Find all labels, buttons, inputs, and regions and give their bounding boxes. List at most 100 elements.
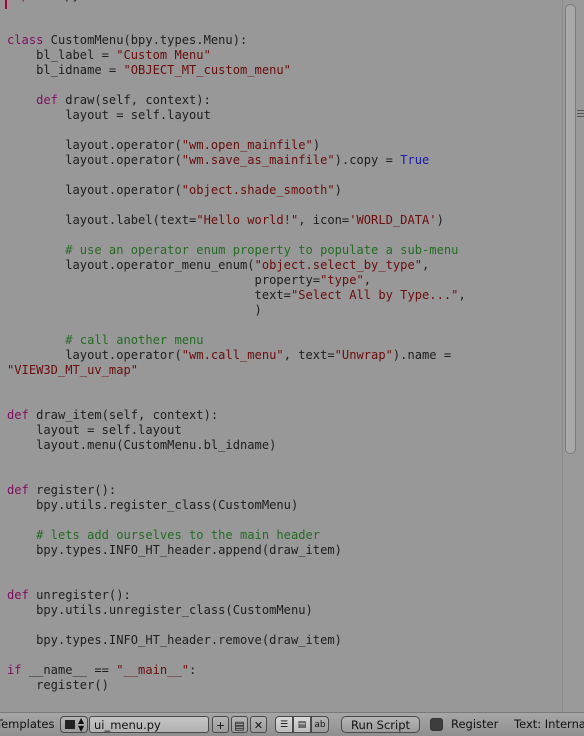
code-line[interactable] xyxy=(0,198,560,213)
code-token: def xyxy=(7,588,29,602)
text-editor[interactable]: import bpy class CustomMenu(bpy.types.Me… xyxy=(0,0,562,712)
open-text-button[interactable]: ▤ xyxy=(231,716,248,733)
code-line[interactable] xyxy=(0,648,560,663)
code-token: ) xyxy=(7,303,262,317)
editor-type-selector[interactable]: ▲ ▼ xyxy=(60,716,88,733)
code-token: "Custom Menu" xyxy=(116,48,211,62)
word-wrap-toggle[interactable]: ▤ xyxy=(293,716,311,733)
area-split-handle[interactable] xyxy=(577,110,584,130)
code-line[interactable]: layout.operator("wm.call_menu", text="Un… xyxy=(0,348,560,363)
code-line[interactable]: bpy.types.INFO_HT_header.append(draw_ite… xyxy=(0,543,560,558)
code-token: "Hello world!" xyxy=(196,213,299,227)
code-token: unregister(): xyxy=(28,588,131,602)
code-line[interactable]: register() xyxy=(0,678,560,693)
code-line[interactable]: layout.operator("wm.open_mainfile") xyxy=(0,138,560,153)
code-line[interactable]: layout = self.layout xyxy=(0,108,560,123)
code-line[interactable]: bpy.types.INFO_HT_header.remove(draw_ite… xyxy=(0,633,560,648)
code-token: bpy.types.INFO_HT_header.append(draw_ite… xyxy=(7,543,342,557)
vertical-scrollbar-thumb[interactable] xyxy=(565,4,576,454)
code-token: layout.operator( xyxy=(7,153,182,167)
code-token: layout.label(text= xyxy=(7,213,197,227)
code-line[interactable]: bl_label = "Custom Menu" xyxy=(0,48,560,63)
code-line[interactable]: def unregister(): xyxy=(0,588,560,603)
code-line[interactable]: def register(): xyxy=(0,483,560,498)
code-token: bpy.utils.register_class(CustomMenu) xyxy=(7,498,299,512)
code-line[interactable]: layout.operator("wm.save_as_mainfile").c… xyxy=(0,153,560,168)
code-line[interactable] xyxy=(0,3,560,18)
code-line[interactable] xyxy=(0,558,560,573)
line-numbers-toggle[interactable]: ☰ xyxy=(275,716,293,733)
code-token: if xyxy=(7,663,22,677)
code-line[interactable]: if __name__ == "__main__": xyxy=(0,663,560,678)
code-token: class xyxy=(7,33,44,47)
run-script-button[interactable]: Run Script xyxy=(341,716,420,733)
code-token: , xyxy=(458,288,466,302)
code-line[interactable]: layout.operator("object.shade_smooth") xyxy=(0,183,560,198)
code-line[interactable] xyxy=(0,453,560,468)
code-line[interactable]: bl_idname = "OBJECT_MT_custom_menu" xyxy=(0,63,560,78)
code-token: ) xyxy=(312,138,321,152)
code-line[interactable]: class CustomMenu(bpy.types.Menu): xyxy=(0,33,560,48)
code-token: "Select All by Type..." xyxy=(290,288,459,302)
code-line[interactable] xyxy=(0,573,560,588)
code-token: , xyxy=(363,273,372,287)
code-line[interactable]: bpy.utils.register_class(CustomMenu) xyxy=(0,498,560,513)
plus-icon: + xyxy=(215,719,226,732)
code-token: bl_idname = xyxy=(7,63,124,77)
register-checkbox[interactable] xyxy=(430,718,443,731)
text-datablock-field[interactable]: ui_menu.py xyxy=(89,716,209,733)
code-line[interactable] xyxy=(0,468,560,483)
code-line[interactable]: # call another menu xyxy=(0,333,560,348)
code-line[interactable] xyxy=(0,78,560,93)
code-token: # call another menu xyxy=(7,333,204,347)
code-line[interactable]: "VIEW3D_MT_uv_map" xyxy=(0,363,560,378)
code-token: register(): xyxy=(28,483,117,497)
code-line[interactable]: layout.label(text="Hello world!", icon='… xyxy=(0,213,560,228)
code-token: "__main__" xyxy=(116,663,190,677)
code-token: layout.operator_menu_enum( xyxy=(7,258,255,272)
syntax-highlight-toggle[interactable]: ab xyxy=(311,716,329,733)
code-token: True xyxy=(400,153,430,167)
code-token: __name__ == xyxy=(21,663,117,677)
code-line[interactable]: text="Select All by Type...", xyxy=(0,288,560,303)
code-line[interactable] xyxy=(0,513,560,528)
folder-icon: ▤ xyxy=(234,719,245,732)
code-token: layout.operator( xyxy=(7,138,182,152)
code-token: , icon= xyxy=(298,213,350,227)
code-line[interactable]: def draw_item(self, context): xyxy=(0,408,560,423)
code-line[interactable]: # lets add ourselves to the main header xyxy=(0,528,560,543)
code-line[interactable]: def draw(self, context): xyxy=(0,93,560,108)
code-token: ).name = xyxy=(392,348,452,362)
new-text-button[interactable]: + xyxy=(212,716,229,733)
code-area[interactable]: import bpy class CustomMenu(bpy.types.Me… xyxy=(0,0,560,693)
code-line[interactable] xyxy=(0,318,560,333)
code-line[interactable]: property="type", xyxy=(0,273,560,288)
code-line[interactable] xyxy=(0,393,560,408)
syntax-highlight-icon: ab xyxy=(314,720,326,730)
code-token: draw(self, context): xyxy=(57,93,211,107)
code-token: "type" xyxy=(320,273,364,287)
code-line[interactable] xyxy=(0,168,560,183)
code-line[interactable]: layout = self.layout xyxy=(0,423,560,438)
code-line[interactable] xyxy=(0,18,560,33)
unlink-text-button[interactable]: ✕ xyxy=(250,716,267,733)
code-token: , xyxy=(422,258,430,272)
code-line[interactable]: # use an operator enum property to popul… xyxy=(0,243,560,258)
code-line[interactable]: layout.operator_menu_enum("object.select… xyxy=(0,258,560,273)
code-token: def xyxy=(7,408,29,422)
code-token: "Unwrap" xyxy=(334,348,393,362)
code-line[interactable] xyxy=(0,378,560,393)
code-line[interactable] xyxy=(0,228,560,243)
x-icon: ✕ xyxy=(253,719,264,732)
code-line[interactable]: layout.menu(CustomMenu.bl_idname) xyxy=(0,438,560,453)
code-line[interactable]: bpy.utils.unregister_class(CustomMenu) xyxy=(0,603,560,618)
code-token: : xyxy=(189,663,197,677)
register-label: Register xyxy=(451,717,499,731)
code-token: "object.select_by_type" xyxy=(254,258,423,272)
code-line[interactable] xyxy=(0,123,560,138)
code-token: register() xyxy=(7,678,109,692)
templates-menu[interactable]: Templates xyxy=(0,716,54,733)
code-line[interactable]: ) xyxy=(0,303,560,318)
code-line[interactable] xyxy=(0,618,560,633)
